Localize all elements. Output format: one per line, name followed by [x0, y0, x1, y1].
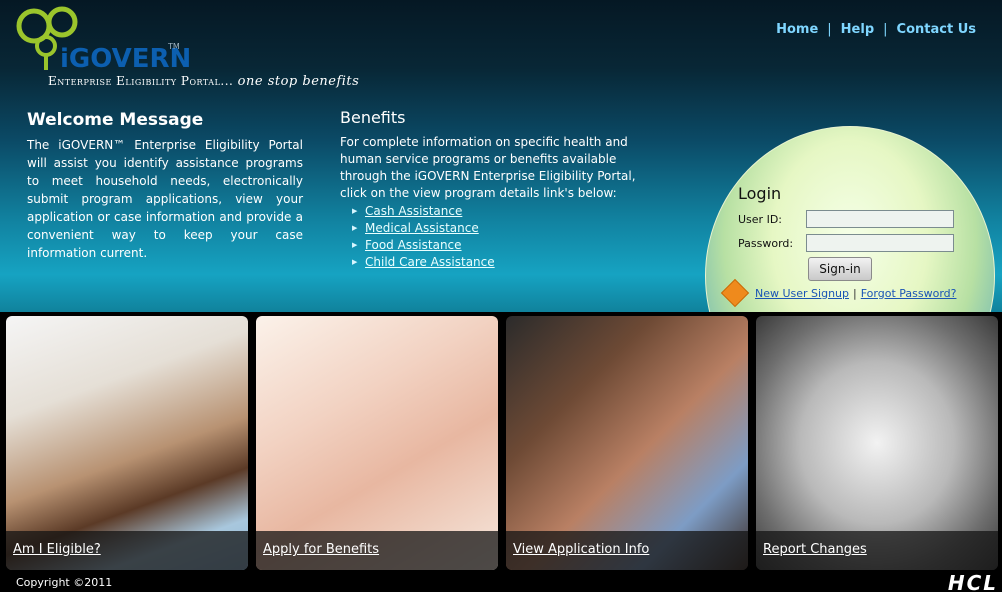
- card-view-application-info[interactable]: View Application Info: [506, 316, 748, 570]
- benefit-item: ▶ Child Care Assistance: [352, 254, 645, 271]
- am-i-eligible-link[interactable]: Am I Eligible?: [13, 542, 101, 557]
- link-separator: |: [853, 286, 857, 300]
- cash-assistance-link[interactable]: Cash Assistance: [365, 203, 462, 220]
- tagline-main: Enterprise Eligibility Portal...: [48, 74, 234, 88]
- card-caption: Am I Eligible?: [6, 531, 248, 570]
- child-care-assistance-link[interactable]: Child Care Assistance: [365, 254, 495, 271]
- userid-input[interactable]: [806, 210, 954, 228]
- login-title: Login: [738, 184, 782, 203]
- welcome-title: Welcome Message: [27, 110, 204, 130]
- nav-contact-link[interactable]: Contact Us: [897, 22, 976, 37]
- tagline-italic: one stop benefits: [237, 74, 360, 89]
- card-caption: Report Changes: [756, 531, 998, 570]
- bullet-arrow-icon: ▶: [352, 207, 358, 215]
- nav-home-link[interactable]: Home: [776, 22, 818, 37]
- benefit-item: ▶ Medical Assistance: [352, 220, 645, 237]
- nav-separator: |: [827, 22, 832, 37]
- copyright-text: Copyright ©2011: [16, 576, 113, 589]
- view-application-info-link[interactable]: View Application Info: [513, 542, 649, 557]
- bullet-arrow-icon: ▶: [352, 241, 358, 249]
- hero-banner: iGOVERN TM Enterprise Eligibility Portal…: [0, 0, 1002, 312]
- apply-for-benefits-link[interactable]: Apply for Benefits: [263, 542, 379, 557]
- bullet-arrow-icon: ▶: [352, 224, 358, 232]
- benefits-title: Benefits: [340, 108, 406, 127]
- igovern-logo[interactable]: iGOVERN TM Enterprise Eligibility Portal…: [16, 6, 396, 96]
- welcome-section: Welcome Message The iGOVERN™ Enterprise …: [27, 110, 303, 262]
- card-caption: View Application Info: [506, 531, 748, 570]
- password-label: Password:: [738, 236, 794, 250]
- benefits-list: ▶ Cash Assistance ▶ Medical Assistance ▶ Fo…: [352, 203, 645, 271]
- top-navigation: Home | Help | Contact Us: [776, 22, 976, 37]
- password-input[interactable]: [806, 234, 954, 252]
- new-user-signup-link[interactable]: New User Signup: [755, 287, 849, 300]
- card-apply-for-benefits[interactable]: Apply for Benefits: [256, 316, 498, 570]
- nav-help-link[interactable]: Help: [841, 22, 874, 37]
- food-assistance-link[interactable]: Food Assistance: [365, 237, 462, 254]
- benefit-item: ▶ Food Assistance: [352, 237, 645, 254]
- login-links: New User Signup | Forgot Password?: [720, 278, 957, 308]
- hand-pointer-icon: [720, 278, 750, 308]
- password-row: Password:: [738, 231, 988, 255]
- nav-separator: |: [883, 22, 888, 37]
- card-report-changes[interactable]: Report Changes: [756, 316, 998, 570]
- userid-row: User ID:: [738, 207, 988, 231]
- card-caption: Apply for Benefits: [256, 531, 498, 570]
- welcome-body: The iGOVERN™ Enterprise Eligibility Port…: [27, 138, 303, 260]
- benefits-section: Benefits For complete information on spe…: [340, 108, 645, 271]
- report-changes-link[interactable]: Report Changes: [763, 542, 867, 557]
- bullet-arrow-icon: ▶: [352, 258, 358, 266]
- userid-label: User ID:: [738, 212, 782, 226]
- medical-assistance-link[interactable]: Medical Assistance: [365, 220, 479, 237]
- login-form: Login User ID: Password:: [738, 184, 988, 255]
- card-am-i-eligible[interactable]: Am I Eligible?: [6, 316, 248, 570]
- sign-in-button[interactable]: Sign-in: [808, 257, 872, 281]
- benefit-item: ▶ Cash Assistance: [352, 203, 645, 220]
- benefits-intro: For complete information on specific hea…: [340, 135, 636, 200]
- forgot-password-link[interactable]: Forgot Password?: [861, 287, 957, 300]
- brand-tagline: Enterprise Eligibility Portal... one sto…: [48, 74, 359, 89]
- trademark: TM: [168, 42, 180, 51]
- action-cards: Am I Eligible? Apply for Benefits View A…: [6, 316, 998, 570]
- hcl-logo: HCL: [947, 571, 998, 592]
